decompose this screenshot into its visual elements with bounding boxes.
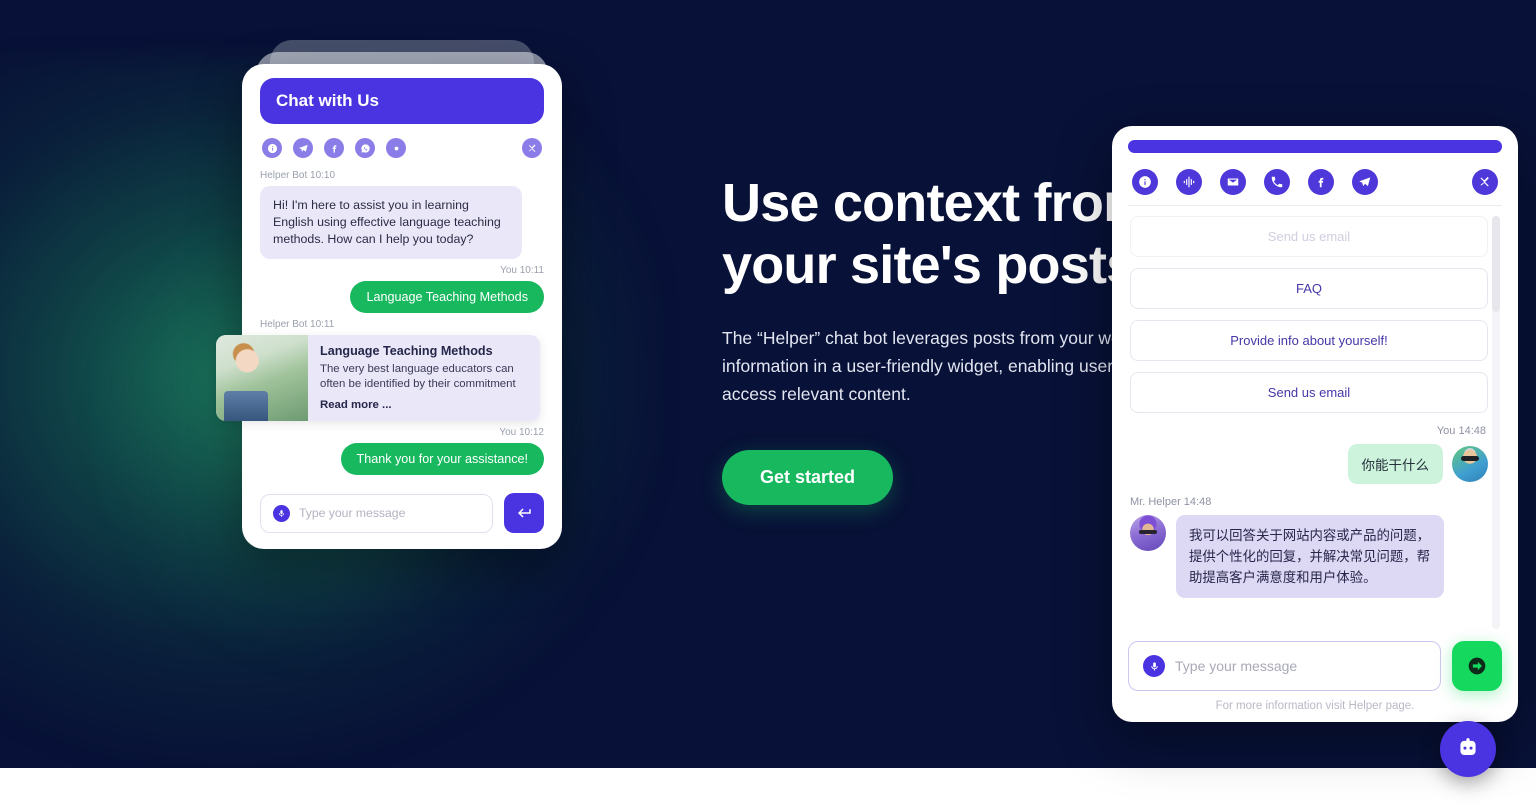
message-input-placeholder: Type your message [299,506,406,520]
microphone-icon[interactable] [273,504,290,522]
viber-icon[interactable] [386,138,406,158]
close-icon[interactable] [522,138,542,158]
email-icon[interactable] [1220,169,1246,195]
chat-bot-launcher-button[interactable] [1440,721,1496,777]
right-widget-conversation: Send us email FAQ Provide info about you… [1128,210,1502,633]
phone-icon[interactable] [1264,169,1290,195]
read-more-link[interactable]: Read more ... [320,399,529,411]
quick-option-button[interactable]: Send us email [1130,372,1488,413]
message-meta: You 10:12 [499,427,544,438]
left-chat-widget: Chat with Us Helper Bot 10:10 Hi! I'm he… [216,40,562,549]
user-message-bubble: Language Teaching Methods [350,281,544,313]
left-widget-input-row: Type your message [260,493,544,533]
bot-message-bubble: 我可以回答关于网站内容或产品的问题，提供个性化的回复，并解决常见问题，帮助提高客… [1176,515,1444,598]
scrollbar-thumb[interactable] [1492,216,1500,312]
left-widget-messages: Helper Bot 10:10 Hi! I'm here to assist … [216,170,544,475]
message-input-placeholder: Type your message [1175,658,1298,674]
bot-message-bubble: Hi! I'm here to assist you in learning E… [260,186,522,259]
message-meta: Helper Bot 10:10 [260,170,336,181]
quick-option-button[interactable]: FAQ [1130,268,1488,309]
voice-icon[interactable] [1176,169,1202,195]
message-meta: Mr. Helper 14:48 [1130,496,1212,508]
right-chat-widget: Send us email FAQ Provide info about you… [1112,126,1518,722]
message-input[interactable]: Type your message [1128,641,1441,691]
user-message-bubble: 你能干什么 [1347,444,1443,484]
divider [1128,205,1502,206]
left-widget-header: Chat with Us [260,78,544,124]
avatar [1130,515,1166,551]
microphone-icon[interactable] [1143,655,1165,677]
avatar [1452,446,1488,482]
get-started-button[interactable]: Get started [722,450,894,505]
message-input[interactable]: Type your message [260,493,493,533]
right-widget-input-row: Type your message [1128,641,1502,691]
info-icon[interactable] [262,138,282,158]
right-widget-icon-row [1132,169,1498,195]
quick-option-button[interactable]: Provide info about yourself! [1130,320,1488,361]
message-meta: You 14:48 [1436,425,1486,437]
post-preview-card[interactable]: Language Teaching Methods The very best … [216,335,540,421]
info-icon[interactable] [1132,169,1158,195]
scrollbar[interactable] [1492,216,1500,629]
page-root: Use context from your site's posts The “… [0,0,1536,810]
user-message-row: 你能干什么 [1130,444,1488,484]
whatsapp-icon[interactable] [355,138,375,158]
telegram-icon[interactable] [293,138,313,158]
facebook-icon[interactable] [324,138,344,158]
user-message-bubble: Thank you for your assistance! [340,443,544,475]
message-meta: You 10:11 [500,265,544,276]
post-thumbnail-image [216,335,308,421]
quick-option-button[interactable]: Send us email [1130,216,1488,257]
widget-footer-note: For more information visit Helper page. [1215,700,1415,712]
telegram-icon[interactable] [1352,169,1378,195]
facebook-icon[interactable] [1308,169,1334,195]
send-button[interactable] [1452,641,1502,691]
left-widget-panel: Chat with Us Helper Bot 10:10 Hi! I'm he… [216,64,562,549]
left-widget-icon-row [262,138,542,158]
message-meta: Helper Bot 10:11 [260,319,335,330]
post-title: Language Teaching Methods [320,344,493,358]
close-icon[interactable] [1472,169,1498,195]
right-widget-header-bar [1128,140,1502,153]
bot-message-row: 我可以回答关于网站内容或产品的问题，提供个性化的回复，并解决常见问题，帮助提高客… [1130,515,1488,598]
send-button[interactable] [504,493,544,533]
post-excerpt: The very best language educators can oft… [320,363,516,390]
